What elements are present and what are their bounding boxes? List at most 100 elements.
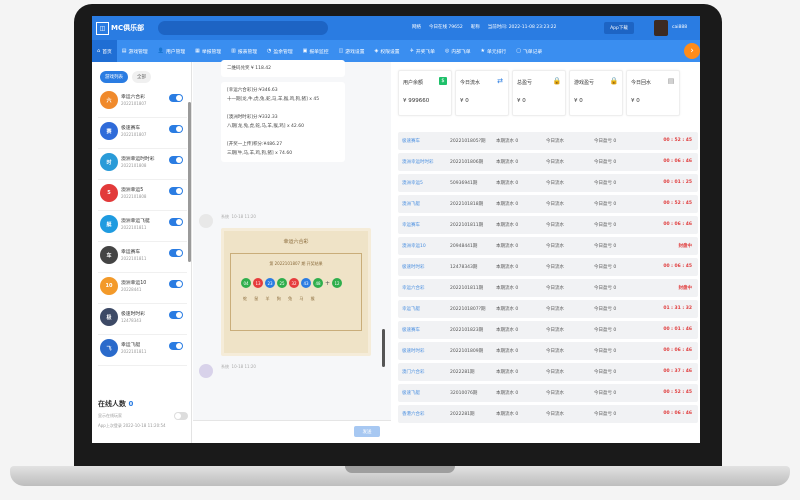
- game-toggle[interactable]: [169, 125, 183, 133]
- nav-more-icon[interactable]: ›: [684, 43, 700, 59]
- nav-item[interactable]: ▤ 游戏管理: [117, 40, 153, 62]
- table-row[interactable]: 极速飞艇 32010076期 本期流水 0 今日流水 今日盈亏 0 00 : 52 : 4…: [398, 384, 698, 402]
- row-game-name[interactable]: 极速赛车: [402, 138, 420, 144]
- game-name: 极速赛车: [121, 126, 141, 131]
- row-game-name[interactable]: 极速赛车: [402, 327, 420, 333]
- row-game-name[interactable]: 幸运赛车: [402, 222, 420, 228]
- table-row[interactable]: 极速赛车 2022101823期 本期流水 0 今日流水 今日盈亏 0 00 : 01 :…: [398, 321, 698, 339]
- lottery-result-card[interactable]: 幸运六合彩 第 2022101807 期 开奖结果 04 13 23 25 32 43 48…: [221, 228, 371, 356]
- stat-label: 游戏盈亏: [574, 80, 595, 86]
- game-item[interactable]: 10 澳洲幸运10 20228441: [98, 273, 187, 304]
- tab-all[interactable]: 全部: [132, 71, 151, 83]
- row-today-profit: 今日盈亏 0: [594, 202, 617, 207]
- row-countdown: 00 : 06 : 46: [663, 348, 692, 353]
- row-game-name[interactable]: 澳洲幸运时时彩: [402, 159, 434, 165]
- nav-icon: ◎: [444, 48, 450, 54]
- row-game-name[interactable]: 幸运六合彩: [402, 285, 425, 291]
- game-item[interactable]: 六幸运六合彩 2022101807: [98, 87, 187, 118]
- nav-item[interactable]: ▥ 报表管理: [226, 40, 262, 62]
- nav-item[interactable]: ▦ 举报管理: [190, 40, 226, 62]
- game-status-list: 极速赛车 2022101805?期 本期流水 0 今日流水 今日盈亏 0 00 : 52 …: [398, 132, 698, 426]
- table-row[interactable]: 澳门六合彩 2022281期 本期流水 0 今日流水 今日盈亏 0 00 : 37 : 4…: [398, 363, 698, 381]
- nav-item[interactable]: 👤 用户管理: [153, 40, 190, 62]
- game-item[interactable]: 赛极速赛车 2022101807: [98, 118, 187, 149]
- row-today-flow: 今日流水: [546, 202, 564, 207]
- tab-game-list[interactable]: 游戏列表: [100, 71, 128, 83]
- game-toggle[interactable]: [169, 94, 183, 102]
- game-item[interactable]: 极极速时时彩 12478343: [98, 304, 187, 335]
- chat-panel: 二维码兑奖 ¥ 118.42 [幸运六合彩]分:¥346.63 十一期[龙,牛,虎…: [193, 60, 391, 443]
- chat-scrollbar[interactable]: [382, 329, 385, 367]
- row-countdown: 封盘中: [678, 244, 693, 249]
- table-row[interactable]: 澳洲幸运5 50936941期 本期流水 0 今日流水 今日盈亏 0 00 : 01 : …: [398, 174, 698, 192]
- game-logo-icon: 六: [100, 91, 118, 109]
- table-row[interactable]: 澳洲飞艇 2022101818期 本期流水 0 今日流水 今日盈亏 0 00 : 52 :…: [398, 195, 698, 213]
- game-item[interactable]: 飞幸运飞艇 2022101811: [98, 335, 187, 366]
- nav-icon: ◔: [267, 48, 272, 54]
- game-item[interactable]: 车幸运赛车 2022101811: [98, 242, 187, 273]
- chat-input[interactable]: 发送: [193, 420, 391, 443]
- nav-item[interactable]: ⌂ 首页: [92, 40, 117, 62]
- username[interactable]: cai888: [672, 25, 687, 30]
- table-row[interactable]: 澳洲幸运10 20948441期 本期流水 0 今日流水 今日盈亏 0 封盘中: [398, 237, 698, 255]
- row-game-name[interactable]: 香港六合彩: [402, 411, 425, 417]
- main-nav: ⌂ 首页 ▤ 游戏管理 👤 用户管理 ▦ 举报管理 ▥ 报表管理 ◔ 盈余管理 ▣ 报单监控 ◫ 游戏设置 ◈ 权…: [92, 40, 700, 62]
- avatar[interactable]: [654, 20, 668, 36]
- nav-item[interactable]: ▢ 飞单记录: [511, 40, 547, 62]
- nav-label: 游戏管理: [128, 49, 148, 55]
- row-period-flow: 本期流水 0: [496, 181, 519, 186]
- stat-icon: ⇄: [497, 77, 503, 85]
- game-toggle[interactable]: [169, 249, 183, 257]
- game-toggle[interactable]: [169, 218, 183, 226]
- row-game-name[interactable]: 澳门六合彩: [402, 369, 425, 375]
- row-game-name[interactable]: 澳洲幸运5: [402, 180, 423, 186]
- table-row[interactable]: 极速时时彩 12478343期 本期流水 0 今日流水 今日盈亏 0 00 : 06 : …: [398, 258, 698, 276]
- row-today-profit: 今日盈亏 0: [594, 244, 617, 249]
- row-game-name[interactable]: 澳洲飞艇: [402, 201, 420, 207]
- nav-item[interactable]: ◈ 权限设置: [370, 40, 405, 62]
- game-toggle[interactable]: [169, 342, 183, 350]
- nav-item[interactable]: ★ 单元排行: [476, 40, 512, 62]
- table-row[interactable]: 香港六合彩 2022281期 本期流水 0 今日流水 今日盈亏 0 00 : 06 : 4…: [398, 405, 698, 423]
- game-item[interactable]: 艇澳洲幸运飞艇 2022101811: [98, 211, 187, 242]
- row-today-profit: 今日盈亏 0: [594, 328, 617, 333]
- nav-item[interactable]: ◫ 游戏设置: [334, 40, 370, 62]
- row-game-name[interactable]: 极速时时彩: [402, 348, 425, 354]
- game-list-tabs: 游戏列表 全部: [92, 62, 191, 87]
- row-period-flow: 本期流水 0: [496, 202, 519, 207]
- row-issue: 2022281期: [450, 370, 475, 375]
- table-row[interactable]: 幸运飞艇 2022101807?期 本期流水 0 今日流水 今日盈亏 0 01 : 31 …: [398, 300, 698, 318]
- game-toggle[interactable]: [169, 156, 183, 164]
- game-item[interactable]: 时澳洲幸运时时彩 2022101808: [98, 149, 187, 180]
- table-row[interactable]: 极速赛车 2022101805?期 本期流水 0 今日流水 今日盈亏 0 00 : 52 …: [398, 132, 698, 150]
- table-row[interactable]: 极速时时彩 2022101809期 本期流水 0 今日流水 今日盈亏 0 00 : 06 …: [398, 342, 698, 360]
- game-item[interactable]: 5 澳洲幸运5 2022101808: [98, 180, 187, 211]
- nav-item[interactable]: ▣ 报单监控: [298, 40, 334, 62]
- logo-icon: ◫: [96, 21, 109, 35]
- send-button[interactable]: 发送: [354, 426, 380, 437]
- table-row[interactable]: 幸运六合彩 2022101811期 本期流水 0 今日流水 今日盈亏 0 封盘中: [398, 279, 698, 297]
- nav-item[interactable]: ◔ 盈余管理: [262, 40, 298, 62]
- row-period-flow: 本期流水 0: [496, 286, 519, 291]
- nav-label: 游戏设置: [345, 49, 365, 55]
- row-issue: 50936941期: [450, 181, 478, 186]
- game-toggle[interactable]: [169, 280, 183, 288]
- logo[interactable]: ◫ MC俱乐部: [96, 21, 144, 35]
- row-game-name[interactable]: 幸运飞艇: [402, 306, 420, 312]
- search-input[interactable]: [158, 21, 328, 35]
- stat-value: ¥ 0: [460, 98, 469, 104]
- row-game-name[interactable]: 极速飞艇: [402, 390, 420, 396]
- game-list-scrollbar[interactable]: [188, 102, 191, 262]
- show-online-toggle[interactable]: [174, 412, 188, 420]
- nav-item[interactable]: ◎ 内部飞单: [440, 40, 476, 62]
- table-row[interactable]: 澳洲幸运时时彩 2022101806期 本期流水 0 今日流水 今日盈亏 0 00 : 0…: [398, 153, 698, 171]
- game-toggle[interactable]: [169, 311, 183, 319]
- app-download-button[interactable]: App下载: [604, 22, 634, 34]
- row-countdown: 00 : 01 : 25: [663, 180, 692, 185]
- row-countdown: 00 : 06 : 46: [663, 411, 692, 416]
- game-toggle[interactable]: [169, 187, 183, 195]
- row-game-name[interactable]: 极速时时彩: [402, 264, 425, 270]
- nav-item[interactable]: ✈ 开奖飞单: [405, 40, 440, 62]
- row-game-name[interactable]: 澳洲幸运10: [402, 243, 426, 249]
- table-row[interactable]: 幸运赛车 2022101811期 本期流水 0 今日流水 今日盈亏 0 00 : 06 :…: [398, 216, 698, 234]
